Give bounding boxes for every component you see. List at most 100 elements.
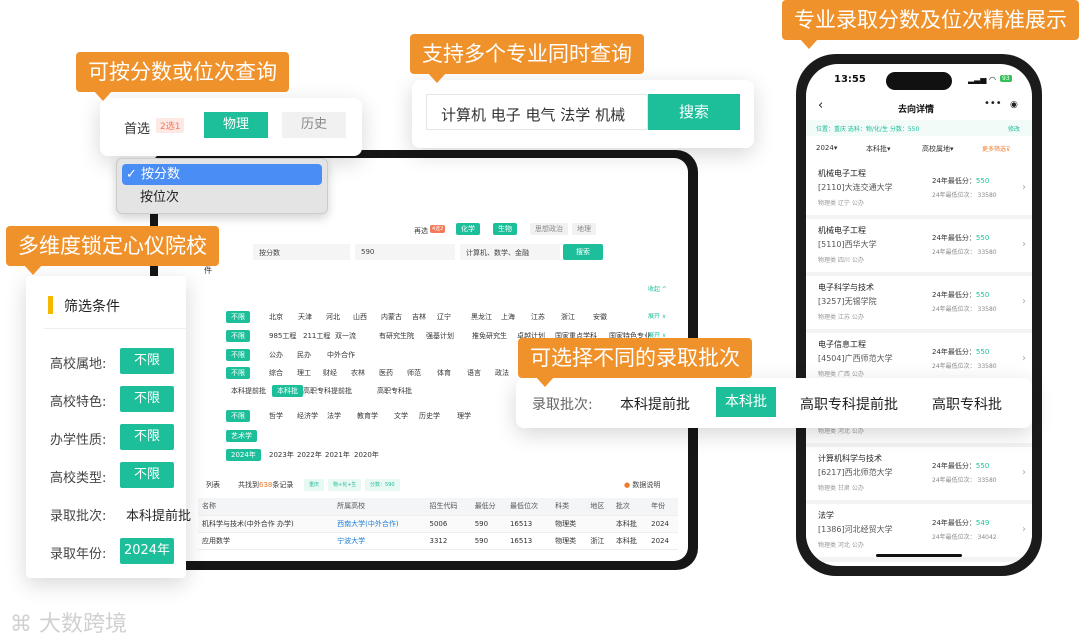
filter-chip[interactable]: 历史学	[414, 410, 445, 422]
batch-option-early-bachelor[interactable]: 本科提前批	[620, 394, 690, 414]
major-search-input[interactable]: 计算机 电子 电气 法学 机械	[426, 94, 648, 130]
more-filter-link[interactable]: 更多筛选⊽	[982, 144, 1010, 153]
filter-row-value[interactable]: 不限	[120, 424, 174, 450]
filter-chip[interactable]: 哲学	[264, 410, 288, 422]
filter-chip[interactable]: 上海	[496, 311, 520, 323]
batch-option-vocational[interactable]: 高职专科批	[932, 394, 1002, 414]
filter-chip[interactable]: 不限	[226, 367, 250, 379]
filter-chip[interactable]: 河北	[321, 311, 345, 323]
filter-line-bar: 位置：重庆 选科：物/化/生 分数：550 修改	[806, 120, 1032, 136]
year-select[interactable]: 2024▾	[816, 144, 837, 152]
table-row[interactable]: 应用数学 宁波大学 3312 590 16513 物理类 浙江 本科批 2024	[198, 532, 678, 550]
filter-chip[interactable]: 公办	[264, 349, 288, 361]
phone-device: 13:55 ▂▃▅ ◠ 93 ‹ 去向详情 ••• ◉ 位置：重庆 选科：物/化…	[796, 54, 1042, 576]
filter-chip[interactable]: 不限	[226, 330, 250, 342]
filter-chip[interactable]: 师范	[402, 367, 426, 379]
back-icon[interactable]: ‹	[818, 98, 823, 113]
column-header: 最低分	[470, 498, 506, 516]
filter-chip[interactable]: 山西	[348, 311, 372, 323]
filter-chip[interactable]: 财经	[318, 367, 342, 379]
filter-chip[interactable]: 辽宁	[432, 311, 456, 323]
query-type-select[interactable]: 按分数	[253, 244, 350, 260]
subject-physics[interactable]: 物理	[204, 112, 268, 138]
query-value-input[interactable]: 590	[355, 244, 455, 260]
batch-select[interactable]: 本科批▾	[866, 144, 891, 154]
edit-link[interactable]: 修改	[1008, 124, 1020, 133]
filter-chip[interactable]: 吉林	[407, 311, 431, 323]
filter-row-value[interactable]: 不限	[120, 386, 174, 412]
filter-chip[interactable]: 高职专科批	[372, 385, 417, 397]
found-count: 638	[259, 481, 273, 489]
filter-chip[interactable]: 内蒙古	[376, 311, 407, 323]
filter-chip[interactable]: 江苏	[526, 311, 550, 323]
table-cell[interactable]: 宁波大学	[333, 532, 426, 550]
table-row[interactable]: 机科学与技术(中外合作 办学) 西南大学(中外合作) 5006 590 16513 物理类…	[198, 515, 678, 533]
dropdown-option-rank[interactable]: 按位次	[122, 187, 322, 208]
filter-chip[interactable]: 语言	[462, 367, 486, 379]
phone-list-item[interactable]: 电子科学与技术 [3257]无锡学院 物理类 江苏 公办 24年最低分：550 24年最…	[806, 276, 1032, 334]
more-icon[interactable]: •••	[984, 98, 1002, 109]
dropdown-option-score[interactable]: ✓ 按分数	[122, 164, 322, 185]
reselect-geo[interactable]: 地理	[572, 223, 596, 235]
filter-chip[interactable]: 中外合作	[322, 349, 360, 361]
filter-chip[interactable]: 教育学	[352, 410, 383, 422]
filter-chip[interactable]: 985工程	[264, 330, 301, 342]
filter-chip[interactable]: 艺术学	[226, 430, 257, 442]
target-icon[interactable]: ◉	[1010, 100, 1018, 110]
major-search-button[interactable]: 搜索	[648, 94, 740, 130]
found-text: 共找到638条记录	[238, 480, 293, 490]
filter-chip[interactable]: 不限	[226, 311, 250, 323]
batch-option-bachelor[interactable]: 本科批	[716, 387, 776, 417]
tablet-search-button[interactable]: 搜索	[563, 244, 603, 260]
filter-row-value[interactable]: 不限	[120, 462, 174, 488]
subject-history[interactable]: 历史	[282, 112, 346, 138]
filter-chip[interactable]: 浙江	[556, 311, 580, 323]
phone-list-item[interactable]: 机械电子工程 [2110]大连交通大学 物理类 辽宁 公办 24年最低分：550 24年…	[806, 162, 1032, 220]
filter-chip[interactable]: 综合	[264, 367, 288, 379]
data-note-link[interactable]: ● 数据说明	[624, 480, 660, 490]
reselect-politics[interactable]: 思想政治	[530, 223, 568, 235]
filter-chip[interactable]: 政法	[490, 367, 514, 379]
filter-chip[interactable]: 经济学	[292, 410, 323, 422]
school-code: [3257]无锡学院	[818, 297, 877, 306]
filter-chip[interactable]: 2020年	[349, 449, 384, 461]
filter-chip[interactable]: 法学	[322, 410, 346, 422]
phone-list-item[interactable]: 计算机科学与技术 [6217]西北师范大学 物理类 甘肃 公办 24年最低分：550 2…	[806, 447, 1032, 505]
filter-chip[interactable]: 北京	[264, 311, 288, 323]
majors-input[interactable]: 计算机、数学、金融	[460, 244, 560, 260]
region-select[interactable]: 高校属地▾	[922, 144, 954, 154]
filter-chip[interactable]: 体育	[432, 367, 456, 379]
expand-link-1[interactable]: 展开 ∨	[648, 311, 666, 320]
filter-row-value[interactable]: 不限	[120, 348, 174, 374]
filter-chip[interactable]: 文学	[389, 410, 413, 422]
list-title: 列表	[206, 481, 220, 489]
reselect-chem[interactable]: 化学	[456, 223, 480, 235]
filter-chip[interactable]: 2024年	[226, 449, 261, 461]
reselect-bio[interactable]: 生物	[493, 223, 517, 235]
filter-chip[interactable]: 推免研究生	[467, 330, 512, 342]
filter-row-value[interactable]: 本科提前批	[126, 505, 191, 524]
min-rank: 24年最低位次： 33580	[932, 192, 997, 199]
major-name: 法学	[818, 511, 834, 520]
table-cell[interactable]: 西南大学(中外合作)	[333, 515, 426, 533]
filter-chip[interactable]: 双一流	[330, 330, 361, 342]
column-header: 招生代码	[425, 498, 471, 516]
filter-row-value[interactable]: 2024年	[120, 538, 174, 564]
filter-chip[interactable]: 民办	[292, 349, 316, 361]
filter-chip[interactable]: 有研究生院	[374, 330, 419, 342]
filter-chip[interactable]: 安徽	[588, 311, 612, 323]
filter-chip[interactable]: 医药	[374, 367, 398, 379]
filter-chip[interactable]: 强基计划	[421, 330, 459, 342]
filter-chip[interactable]: 理工	[292, 367, 316, 379]
filter-chip[interactable]: 农林	[346, 367, 370, 379]
collapse-link[interactable]: 收起 ^	[648, 284, 667, 293]
filter-chip[interactable]: 不限	[226, 410, 250, 422]
filter-chip[interactable]: 天津	[293, 311, 317, 323]
filter-chip[interactable]: 不限	[226, 349, 250, 361]
filter-chip[interactable]: 理学	[452, 410, 476, 422]
filter-chip[interactable]: 高职专科提前批	[298, 385, 357, 397]
batch-option-early-vocational[interactable]: 高职专科提前批	[800, 394, 898, 414]
filter-chip[interactable]: 黑龙江	[466, 311, 497, 323]
phone-list-item[interactable]: 机械电子工程 [5110]西华大学 物理类 四川 公办 24年最低分：550 24年最低…	[806, 219, 1032, 277]
filter-chip[interactable]: 本科提前批	[226, 385, 271, 397]
